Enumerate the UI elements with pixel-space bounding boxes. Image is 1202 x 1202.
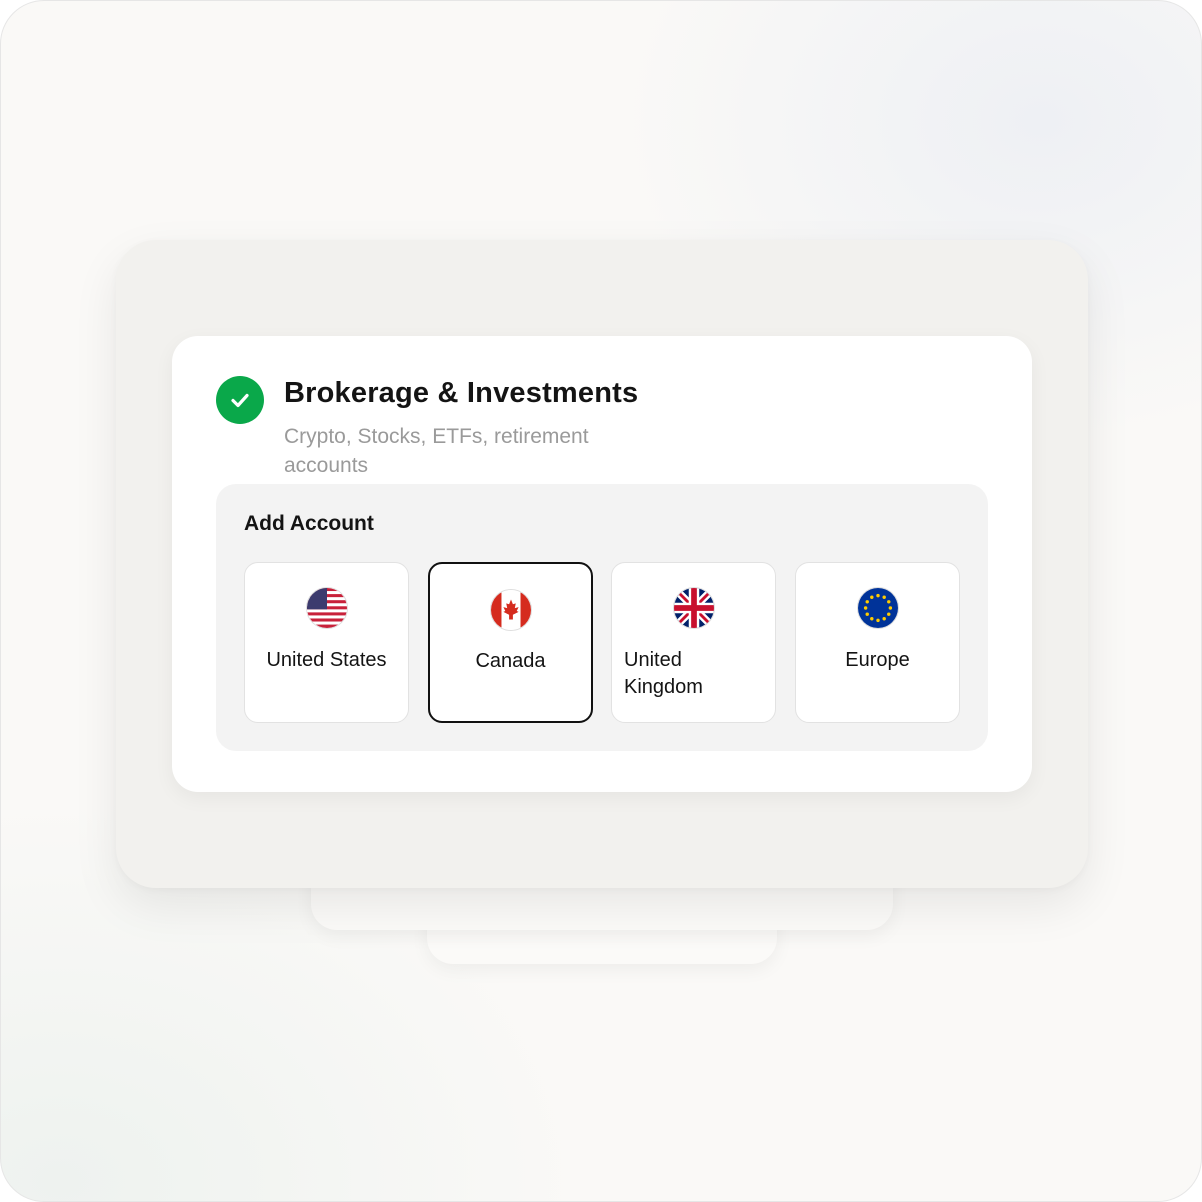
- card-subtitle: Crypto, Stocks, ETFs, retirement account…: [284, 425, 589, 477]
- uk-flag-icon: [673, 587, 715, 629]
- option-united-states[interactable]: United States: [244, 562, 409, 723]
- option-europe[interactable]: Europe: [795, 562, 960, 723]
- brokerage-card: Brokerage & Investments Crypto, Stocks, …: [172, 336, 1032, 792]
- option-canada[interactable]: Canada: [428, 562, 593, 723]
- eu-flag-icon: [857, 587, 899, 629]
- check-circle-icon: [216, 376, 264, 424]
- background-frame: Brokerage & Investments Crypto, Stocks, …: [0, 0, 1202, 1202]
- us-flag-icon: [306, 587, 348, 629]
- option-united-kingdom[interactable]: United Kingdom: [611, 562, 776, 723]
- option-label-europe: Europe: [845, 649, 910, 671]
- option-label-canada: Canada: [475, 650, 546, 672]
- add-account-panel: Add Account United States Canada United …: [216, 484, 988, 751]
- card-title: Brokerage & Investments: [284, 377, 639, 409]
- option-label-united-kingdom: United Kingdom: [624, 649, 703, 698]
- option-label-united-states: United States: [266, 649, 387, 671]
- canada-flag-icon: [490, 589, 532, 631]
- add-account-title: Add Account: [244, 512, 374, 535]
